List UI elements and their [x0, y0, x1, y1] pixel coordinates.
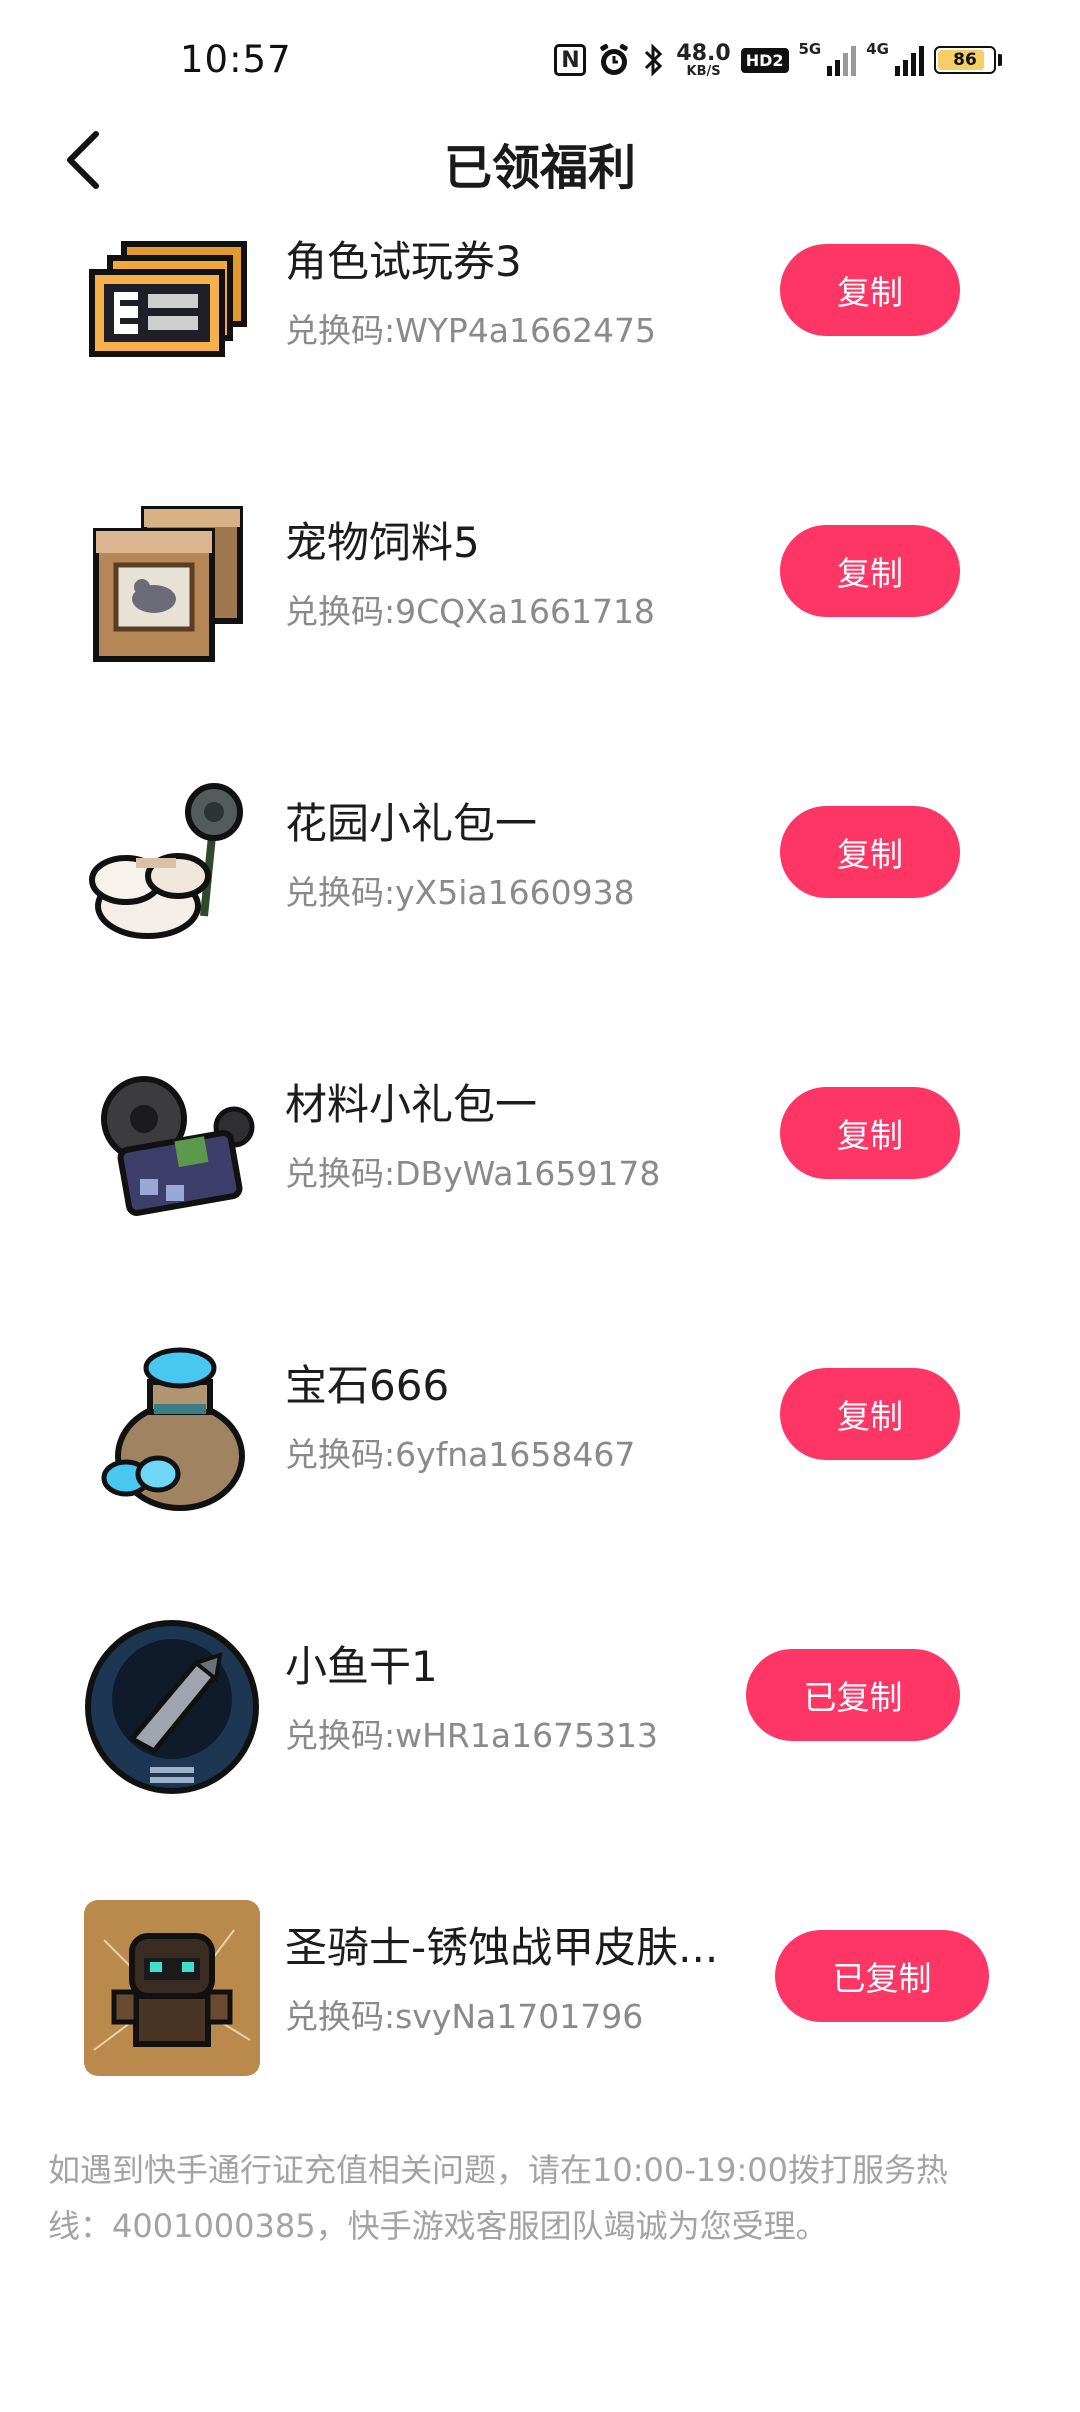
copy-button[interactable]: 复制 — [780, 525, 960, 617]
item-name: 材料小礼包一 — [285, 1080, 538, 1129]
net-speed-indicator: 48.0 KB/S — [676, 40, 731, 79]
item-name: 圣骑士-锈蚀战甲皮肤... — [285, 1923, 719, 1972]
service-notice: 如遇到快手通行证充值相关问题，请在10:00-19:00拨打服务热线：40010… — [48, 2151, 948, 2245]
item-code: 兑换码:9CQXa1661718 — [285, 592, 655, 631]
nfc-icon: N — [554, 44, 587, 76]
list-item: 花园小礼包一 兑换码:yX5ia1660938 复制 — [0, 772, 1080, 972]
copy-button[interactable]: 复制 — [780, 1368, 960, 1460]
list-item: 宠物饲料5 兑换码:9CQXa1661718 复制 — [0, 491, 1080, 691]
list-item: 材料小礼包一 兑换码:DByWa1659178 复制 — [0, 1053, 1080, 1253]
copy-button[interactable]: 复制 — [780, 806, 960, 898]
alarm-icon — [596, 42, 632, 78]
list-item: 小鱼干1 兑换码:wHR1a1675313 已复制 — [0, 1615, 1080, 1815]
battery-level: 86 — [953, 50, 977, 70]
material-gift-icon — [84, 1057, 260, 1233]
battery-icon: 86 — [934, 46, 1002, 74]
network-label-5g: 5G — [798, 40, 822, 58]
paladin-skin-icon — [84, 1900, 260, 2076]
item-code: 兑换码:wHR1a1675313 — [285, 1716, 659, 1755]
copied-button[interactable]: 已复制 — [746, 1649, 960, 1741]
item-code: 兑换码:6yfna1658467 — [285, 1435, 636, 1474]
copy-button[interactable]: 复制 — [780, 1087, 960, 1179]
bluetooth-icon — [642, 42, 666, 78]
item-code: 兑换码:WYP4a1662475 — [285, 311, 656, 350]
list-item: 角色试玩券3 兑换码:WYP4a1662475 复制 — [0, 210, 1080, 410]
list-item: 宝石666 兑换码:6yfna1658467 复制 — [0, 1334, 1080, 1534]
status-icons: N 48.0 KB/S HD2 5G 4G 86 — [554, 40, 1002, 80]
item-name: 宠物饲料5 — [285, 518, 480, 567]
net-speed-unit: KB/S — [686, 63, 721, 79]
item-code: 兑换码:svyNa1701796 — [285, 1997, 644, 2036]
item-code: 兑换码:yX5ia1660938 — [285, 873, 635, 912]
copy-button[interactable]: 复制 — [780, 244, 960, 336]
hd-icon: HD2 — [740, 47, 789, 73]
item-name: 角色试玩券3 — [285, 237, 522, 286]
header: 已领福利 — [0, 110, 1080, 210]
status-bar: 10:57 N 48.0 KB/S HD2 5G 4G 86 — [0, 0, 1080, 120]
list-item: 圣骑士-锈蚀战甲皮肤... 兑换码:svyNa1701796 已复制 — [0, 1896, 1080, 2096]
item-code: 兑换码:DByWa1659178 — [285, 1154, 661, 1193]
dried-fish-icon — [84, 1619, 260, 1795]
item-name: 小鱼干1 — [285, 1642, 438, 1691]
status-time: 10:57 — [180, 38, 292, 81]
garden-gift-icon — [84, 776, 260, 952]
signal-4g-icon — [895, 44, 924, 76]
page-title: 已领福利 — [443, 140, 636, 196]
copied-button[interactable]: 已复制 — [775, 1930, 989, 2022]
trial-ticket-icon — [84, 214, 260, 390]
pet-food-icon — [84, 495, 260, 671]
gem-bag-icon — [84, 1338, 260, 1514]
item-name: 花园小礼包一 — [285, 799, 538, 848]
net-speed-value: 48.0 — [676, 40, 731, 66]
item-name: 宝石666 — [285, 1361, 450, 1410]
network-label-4g: 4G — [866, 40, 889, 58]
signal-5g-icon — [827, 44, 857, 76]
